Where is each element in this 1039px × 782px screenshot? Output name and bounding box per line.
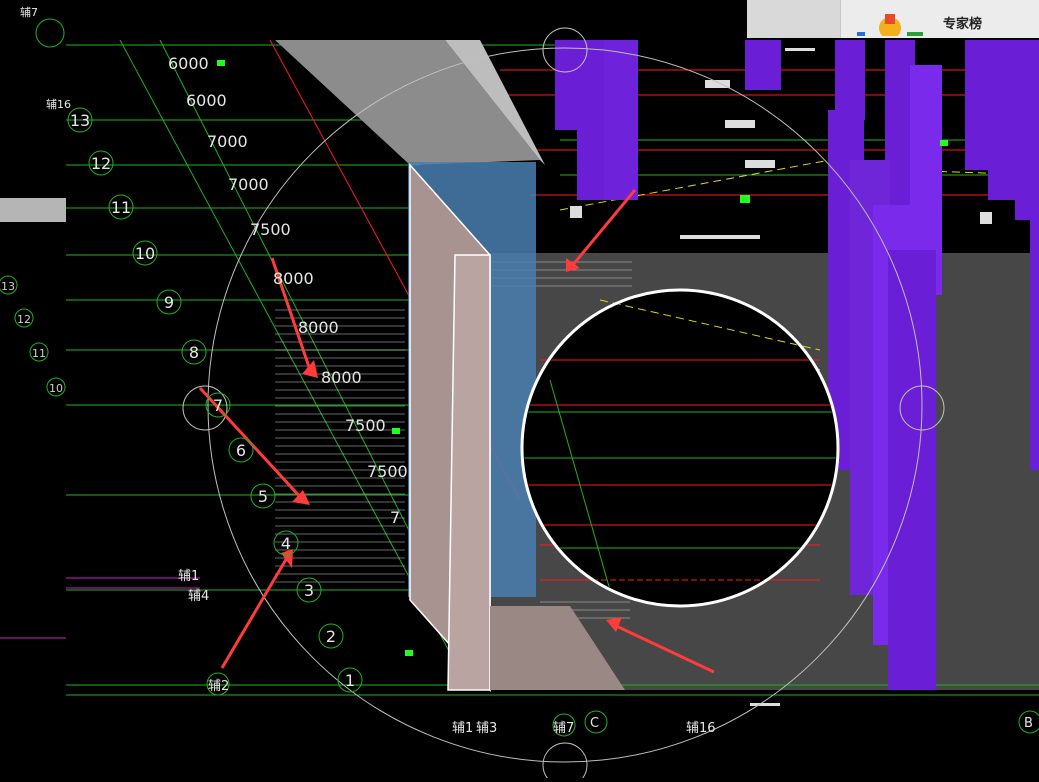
axis-circle: 5	[250, 483, 276, 509]
dimension-label: 7	[390, 508, 400, 527]
aux-label: 辅7	[553, 721, 574, 736]
left-axis-circle-group: 13 12 11 10	[0, 275, 66, 397]
svg-text:11: 11	[111, 198, 131, 217]
svg-text:12: 12	[91, 154, 111, 173]
dimension-label: 8000	[321, 368, 362, 387]
cad-viewport[interactable]: 13 12 11 10 9 8 7 6 5 4 3 2 1 13 12 11 1…	[0, 0, 1039, 782]
axis-circle: 4	[273, 530, 299, 556]
pink-wall-side	[447, 254, 491, 691]
aux-label: 辅1	[452, 721, 473, 736]
svg-text:5: 5	[258, 487, 268, 506]
left-axis-circle: 13	[0, 275, 18, 295]
svg-text:4: 4	[281, 534, 291, 553]
aux-label: B	[1024, 716, 1033, 731]
left-axis-circle: 10	[46, 377, 66, 397]
aux-label-top-left: 辅7	[20, 5, 38, 19]
dimension-label: 8000	[298, 318, 339, 337]
axis-circle: 10	[132, 240, 158, 266]
svg-text:3: 3	[304, 581, 314, 600]
experts-trophy-icon	[855, 8, 925, 40]
dimension-label: 7500	[250, 220, 291, 239]
aux-label: 辅16	[686, 721, 716, 736]
svg-text:11: 11	[32, 347, 46, 360]
aux-label: C	[590, 716, 599, 731]
svg-text:12: 12	[17, 313, 31, 326]
left-axis-circle: 12	[14, 308, 34, 328]
axis-circle: 9	[156, 289, 182, 315]
axis-circle: 1	[337, 667, 363, 693]
svg-text:10: 10	[135, 244, 155, 263]
magenta-lines	[0, 577, 200, 639]
svg-text:9: 9	[164, 293, 174, 312]
left-gray-bar	[0, 198, 66, 222]
svg-text:10: 10	[49, 382, 63, 395]
experts-ranking-button[interactable]: 专家榜	[855, 8, 1035, 40]
dimension-label: 8000	[273, 269, 314, 288]
axis-circle: 2	[318, 623, 344, 649]
axis-circle: 13	[67, 107, 93, 133]
dimension-label: 6000	[168, 54, 209, 73]
aux-label: 辅4	[188, 589, 209, 604]
dimension-label: 7000	[207, 132, 248, 151]
svg-text:8: 8	[189, 343, 199, 362]
cad-drawing-canvas[interactable]: 13 12 11 10 9 8 7 6 5 4 3 2 1 13 12 11 1…	[0, 0, 1039, 782]
grip-circle-bottom[interactable]	[542, 742, 588, 782]
svg-text:2: 2	[326, 627, 336, 646]
svg-text:1: 1	[345, 671, 355, 690]
dimension-label: 7500	[367, 462, 408, 481]
svg-text:7: 7	[213, 396, 223, 415]
axis-circle: 11	[108, 194, 134, 220]
left-axis-circle: 11	[29, 342, 49, 362]
aux-label: 辅2	[208, 679, 229, 694]
axis-circle: 8	[181, 339, 207, 365]
dimension-label: 6000	[186, 91, 227, 110]
svg-text:13: 13	[70, 111, 90, 130]
aux-label: 辅3	[476, 721, 497, 736]
aux-label-left: 辅16	[46, 97, 71, 111]
experts-label: 专家榜	[943, 16, 983, 32]
svg-text:6: 6	[236, 441, 246, 460]
axis-circle: 12	[88, 150, 114, 176]
aux-label: 辅1	[178, 569, 199, 584]
dimension-label: 7000	[228, 175, 269, 194]
axis-circle-group: 13 12 11 10 9 8 7 6 5 4 3 2 1	[67, 107, 363, 693]
dimension-label: 7500	[345, 416, 386, 435]
svg-text:13: 13	[1, 280, 15, 293]
axis-circle: 6	[228, 437, 254, 463]
